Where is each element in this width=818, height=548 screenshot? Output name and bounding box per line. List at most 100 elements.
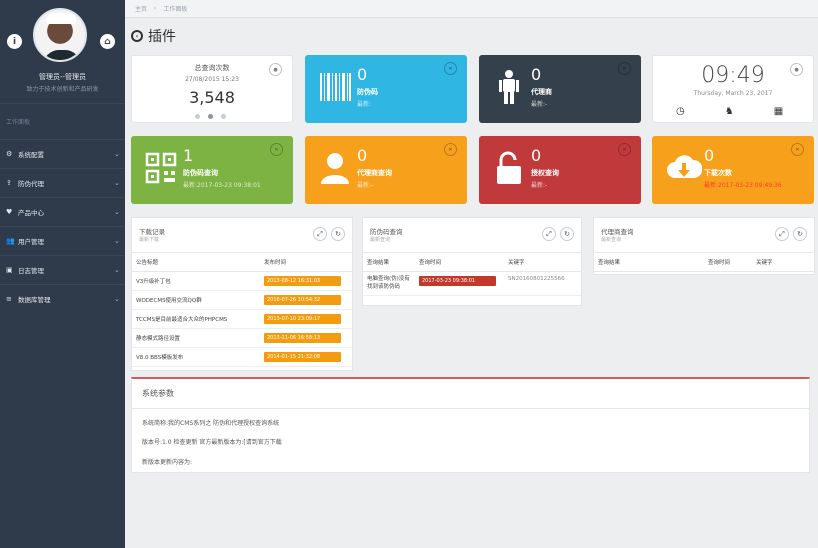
expand-icon[interactable]: ⤢: [313, 227, 327, 241]
agent-table: 查询结果 查询时间 关键字: [594, 252, 814, 272]
sidebar-item-label: 数据库管理: [18, 296, 51, 304]
table-row[interactable]: 静态模式路径设置 2013-11-06 16:58:13: [132, 328, 352, 348]
chevron-down-icon[interactable]: ⌄: [114, 237, 125, 245]
card-count: 0: [531, 65, 542, 84]
sidebar-item[interactable]: ⇪ 防伪代理 ⌄: [0, 168, 125, 197]
system-version-line[interactable]: 版本号:1.0 检查更新 官方最新版本为:[请到官方下载: [142, 437, 282, 446]
sidebar-item-label: 日志管理: [18, 267, 44, 275]
breadcrumb-home[interactable]: 主页: [135, 4, 147, 13]
carousel-dot[interactable]: [221, 114, 226, 119]
table-row[interactable]: V3升级补丁包 2013-08-12 16:31:03: [132, 271, 352, 291]
home-icon[interactable]: ⌂: [100, 34, 115, 49]
table-row[interactable]: V8.0 BBS模板发布 2014-01-15 21:32:08: [132, 347, 352, 367]
chevron-down-icon[interactable]: ⌄: [114, 150, 125, 158]
expand-icon[interactable]: ⤢: [775, 227, 789, 241]
auth-icon: [493, 150, 525, 188]
heart-icon: ♥: [6, 208, 13, 216]
download-title[interactable]: V8.0 BBS模板发布: [132, 347, 260, 367]
divider: [132, 408, 809, 409]
expand-icon[interactable]: ⤢: [542, 227, 556, 241]
refresh-icon[interactable]: ↻: [560, 227, 574, 241]
query-panel: 防伪码查询 最新查询 ⤢ ↻ 查询结果 查询时间 关键字 电脑查询(伪)没有找到…: [362, 217, 582, 306]
sidebar-item[interactable]: ⚙ 系统配置 ⌄: [0, 139, 125, 168]
download-time: 2013-11-06 16:58:13: [264, 333, 341, 343]
card-label: 代理商: [531, 88, 552, 96]
card-count: 1: [183, 146, 194, 165]
download-panel-title: 下载记录: [139, 228, 165, 236]
download-card[interactable]: ✕ 0 下载次数 最新:2017-03-23 09:49:36: [652, 136, 814, 204]
sidebar-item[interactable]: ≡ 数据库管理 ⌄: [0, 284, 125, 313]
download-time-cell: 2014-01-15 21:32:08: [260, 347, 352, 367]
carousel-dot[interactable]: [195, 114, 200, 119]
download-title[interactable]: TCCMS是目前最适合大众的PHPCMS: [132, 309, 260, 329]
carousel-dot[interactable]: [208, 114, 213, 119]
breadcrumb-current: 工作面板: [163, 6, 188, 13]
profile-subtitle: 致力于技术创新和产品研发: [26, 86, 99, 93]
card-latest: 最新:-: [531, 101, 548, 108]
main-content: 主页 › 工作面板 ‹ 插件 ● 总查询次数 27/08/2015 15:23 …: [125, 0, 818, 548]
page-title: ‹ 插件: [131, 26, 176, 46]
chevron-down-icon[interactable]: ⌄: [114, 179, 125, 187]
panel-buttons: ⤢ ↻: [313, 227, 345, 241]
download-title[interactable]: V3升级补丁包: [132, 271, 260, 291]
sidebar-item-label: 产品中心: [18, 209, 44, 217]
card-close-icon[interactable]: ✕: [618, 143, 631, 156]
query-icon: [145, 150, 177, 188]
download-title[interactable]: WODECMS使用交流QQ群: [132, 290, 260, 310]
download-time-cell: 2013-07-10 23:09:17: [260, 309, 352, 329]
total-queries-date: 27/08/2015 15:23: [185, 76, 239, 83]
card-latest: 最新:2017-03-23 09:38:01: [183, 182, 261, 189]
clock-icon[interactable]: ◷: [676, 106, 685, 117]
chevron-down-icon[interactable]: ⌄: [114, 208, 125, 216]
users-icon: 👥: [6, 237, 15, 245]
calendar-icon[interactable]: ▦: [774, 106, 783, 117]
table-header: 查询时间: [415, 252, 504, 272]
clock-icons: ◷ ♞ ▦: [676, 106, 783, 117]
query-panel-title: 防伪码查询: [370, 228, 403, 236]
nav-section-title: 工作面板: [6, 119, 31, 126]
card-close-icon[interactable]: ✕: [444, 62, 457, 75]
sidebar-item[interactable]: ♥ 产品中心 ⌄: [0, 197, 125, 226]
profile-name: 管理员--管理员: [38, 73, 87, 81]
card-close-icon[interactable]: ✕: [791, 143, 804, 156]
sidebar: i ⌂ 管理员--管理员 致力于技术创新和产品研发 工作面板 ⚙ 系统配置 ⌄ ⇪ 防伪…: [0, 0, 125, 548]
download-time-cell: 2016-07-26 10:54:32: [260, 290, 352, 310]
table-row: 电脑查询(伪)没有找到该防伪码 2017-03-23 09:38:01 SN20…: [363, 271, 581, 297]
agentquery-icon: [319, 150, 351, 188]
table-row[interactable]: WODECMS使用交流QQ群 2016-07-26 10:54:32: [132, 290, 352, 310]
chevron-down-icon[interactable]: ⌄: [114, 295, 125, 303]
card-latest: 最新:-: [357, 182, 374, 189]
card-label: 授权查询: [531, 169, 559, 177]
upload-icon: ⇪: [6, 179, 12, 187]
table-header: 查询结果: [594, 252, 704, 272]
agentquery-card[interactable]: ✕ 0 代理商查询 最新:-: [305, 136, 467, 204]
clock-date: Thursday, March 23, 2017: [693, 90, 773, 97]
query-card[interactable]: ✕ 1 防伪码查询 最新:2017-03-23 09:38:01: [131, 136, 293, 204]
card-count: 0: [704, 146, 715, 165]
breadcrumb-separator: ›: [154, 5, 157, 12]
table-row[interactable]: TCCMS是目前最适合大众的PHPCMS 2013-07-10 23:09:17: [132, 309, 352, 329]
refresh-icon[interactable]: ↻: [331, 227, 345, 241]
sidebar-item[interactable]: 👥 用户管理 ⌄: [0, 226, 125, 255]
agent-card[interactable]: ✕ 0 代理商最新:-: [479, 55, 641, 123]
card-close-icon[interactable]: ✕: [270, 143, 283, 156]
back-icon[interactable]: ‹: [131, 30, 143, 42]
carousel-dots[interactable]: [195, 114, 226, 119]
antifake-card[interactable]: ✕ 0 防伪码 最新:: [305, 55, 467, 123]
query-time: 2017-03-23 09:38:01: [419, 276, 496, 286]
download-title[interactable]: 静态模式路径设置: [132, 328, 260, 348]
table-header: 关键字: [752, 252, 814, 272]
bell-icon[interactable]: ♞: [725, 106, 734, 117]
query-time-cell: 2017-03-23 09:38:01: [415, 271, 504, 297]
auth-card[interactable]: ✕ 0 授权查询 最新:-: [479, 136, 641, 204]
download-panel: 下载记录 最新下载 ⤢ ↻ 公告标题 发布时间 V3升级补丁包 2013-08-1…: [131, 217, 353, 371]
chevron-down-icon[interactable]: ⌄: [114, 266, 125, 274]
refresh-icon[interactable]: ↻: [793, 227, 807, 241]
card-close-icon[interactable]: ✕: [618, 62, 631, 75]
download-time: 2013-08-12 16:31:03: [264, 276, 341, 286]
info-icon[interactable]: i: [7, 34, 22, 49]
card-close-icon[interactable]: ✕: [444, 143, 457, 156]
sidebar-item[interactable]: ▣ 日志管理 ⌄: [0, 255, 125, 284]
avatar[interactable]: [33, 8, 87, 62]
download-time: 2014-01-15 21:32:08: [264, 352, 341, 362]
